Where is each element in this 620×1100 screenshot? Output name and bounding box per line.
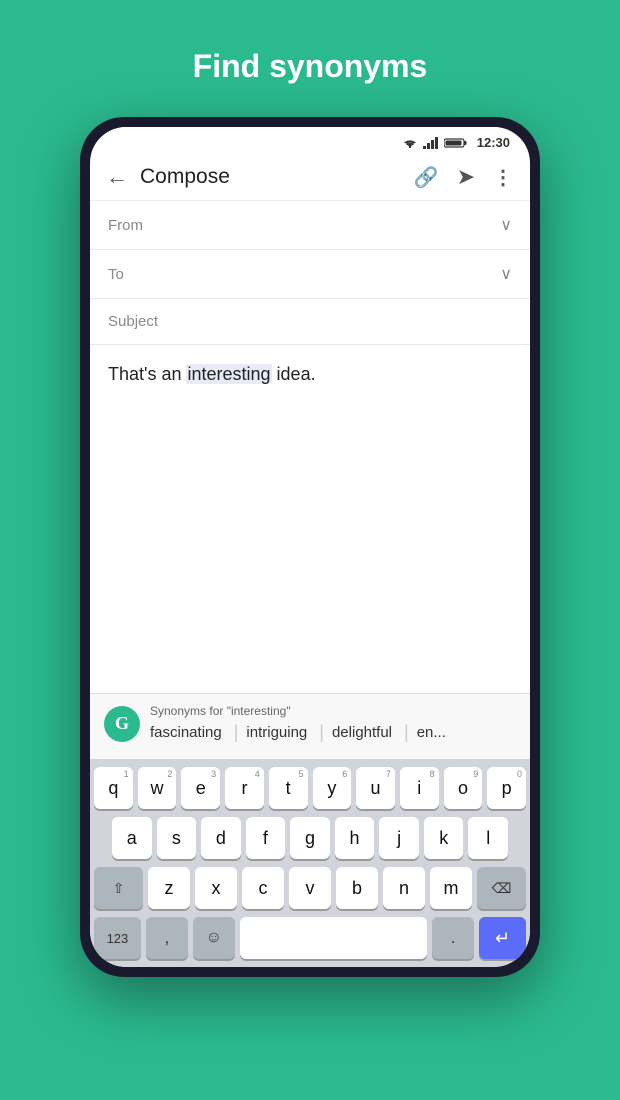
key-g[interactable]: g [290,817,330,859]
body-text-after: idea. [272,364,316,384]
synonym-word-1[interactable]: fascinating [150,724,234,741]
synonym-header: G Synonyms for "interesting" fascinating… [104,704,516,743]
email-body[interactable]: That's an interesting idea. [90,345,530,693]
key-s[interactable]: s [157,817,197,859]
key-h[interactable]: h [335,817,375,859]
compose-toolbar: ← Compose 🔗 ➤ ⋮ [90,154,530,201]
body-text-before: That's an [108,364,186,384]
synonym-title: Synonyms for "interesting" [150,704,516,718]
key-l[interactable]: l [468,817,508,859]
key-w[interactable]: 2w [138,767,177,809]
synonym-word-3[interactable]: delightful [332,724,404,741]
battery-icon [444,137,468,149]
key-x[interactable]: x [195,867,237,909]
emoji-key[interactable]: ☺ [193,917,235,959]
highlighted-word[interactable]: interesting [186,364,271,384]
key-c[interactable]: c [242,867,284,909]
status-time: 12:30 [477,135,510,150]
key-z[interactable]: z [148,867,190,909]
status-bar: 12:30 [90,127,530,154]
backspace-key[interactable]: ⌫ [477,867,526,909]
synonym-divider-2: | [319,722,324,743]
enter-key[interactable]: ↵ [479,917,526,959]
key-a[interactable]: a [112,817,152,859]
from-chevron[interactable]: ∨ [500,215,512,235]
status-icons: 12:30 [402,135,510,150]
from-input[interactable] [163,217,500,234]
toolbar-actions: 🔗 ➤ ⋮ [414,164,514,190]
page-header: Find synonyms [193,0,428,117]
keyboard-row-4: 123 , ☺ . ↵ [94,917,526,959]
key-v[interactable]: v [289,867,331,909]
key-f[interactable]: f [246,817,286,859]
synonym-bar: G Synonyms for "interesting" fascinating… [90,693,530,759]
key-u[interactable]: 7u [356,767,395,809]
page-title: Find synonyms [193,48,428,85]
key-b[interactable]: b [336,867,378,909]
shift-key[interactable]: ⇧ [94,867,143,909]
wifi-icon [402,137,418,149]
key-d[interactable]: d [201,817,241,859]
to-chevron[interactable]: ∨ [500,264,512,284]
key-j[interactable]: j [379,817,419,859]
key-i[interactable]: 8i [400,767,439,809]
key-y[interactable]: 6y [313,767,352,809]
phone-screen: 12:30 ← Compose 🔗 ➤ ⋮ From ∨ To ∨ [90,127,530,967]
key-m[interactable]: m [430,867,472,909]
comma-key[interactable]: , [146,917,188,959]
signal-icon [423,137,439,149]
send-icon[interactable]: ➤ [457,164,475,190]
to-field: To ∨ [90,250,530,299]
attach-icon[interactable]: 🔗 [414,165,439,190]
key-o[interactable]: 9o [444,767,483,809]
subject-label: Subject [108,313,158,330]
to-input[interactable] [163,266,500,283]
key-r[interactable]: 4r [225,767,264,809]
synonym-words: fascinating | intriguing | delightful | … [150,722,516,743]
keyboard-row-3: ⇧ z x c v b n m ⌫ [94,867,526,909]
keyboard-row-2: a s d f g h j k l [94,817,526,859]
space-key[interactable] [240,917,427,959]
from-field: From ∨ [90,201,530,250]
period-key[interactable]: . [432,917,474,959]
key-p[interactable]: 0p [487,767,526,809]
grammarly-logo: G [104,706,140,742]
phone-device: 12:30 ← Compose 🔗 ➤ ⋮ From ∨ To ∨ [80,117,540,977]
keyboard-row-1: 1q 2w 3e 4r 5t 6y 7u 8i 9o 0p [94,767,526,809]
synonym-divider-3: | [404,722,409,743]
toolbar-title: Compose [140,165,414,189]
synonym-word-2[interactable]: intriguing [246,724,319,741]
synonym-divider-1: | [234,722,239,743]
from-label: From [108,217,163,234]
to-label: To [108,266,163,283]
subject-field: Subject [90,299,530,345]
grammarly-g-letter: G [115,713,129,734]
key-e[interactable]: 3e [181,767,220,809]
synonym-content: Synonyms for "interesting" fascinating |… [150,704,516,743]
synonym-word-4[interactable]: en... [417,724,458,741]
key-k[interactable]: k [424,817,464,859]
keyboard: 1q 2w 3e 4r 5t 6y 7u 8i 9o 0p a s d f g … [90,759,530,967]
back-button[interactable]: ← [106,164,128,190]
key-q[interactable]: 1q [94,767,133,809]
more-options-icon[interactable]: ⋮ [493,165,514,190]
numbers-key[interactable]: 123 [94,917,141,959]
key-t[interactable]: 5t [269,767,308,809]
key-n[interactable]: n [383,867,425,909]
